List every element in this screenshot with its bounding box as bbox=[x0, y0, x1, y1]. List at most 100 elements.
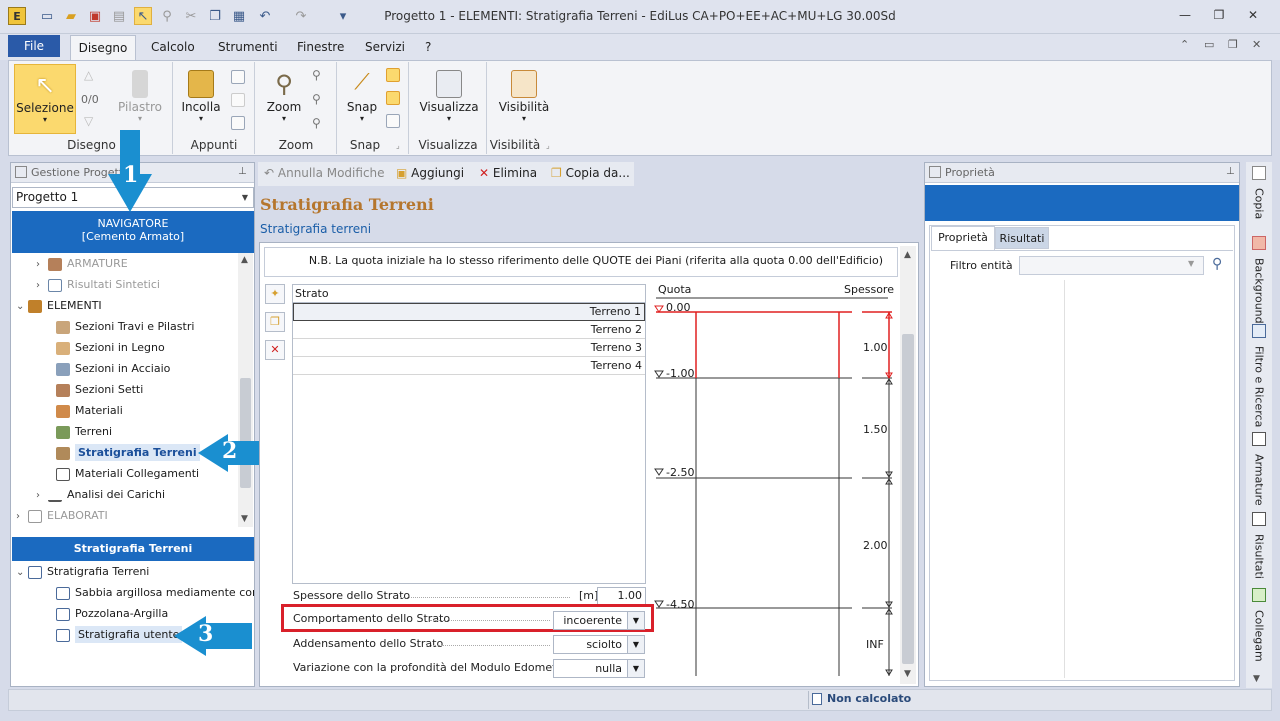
up-arrow-icon[interactable]: △ bbox=[84, 68, 93, 82]
copy-small-icon[interactable] bbox=[231, 70, 245, 84]
tab-strumenti[interactable]: Strumenti bbox=[218, 40, 278, 54]
addensamento-select[interactable]: sciolto ▼ bbox=[553, 635, 645, 654]
zoom-out-icon[interactable]: ⚲ bbox=[312, 116, 321, 130]
strat-tree-root[interactable]: ⌄ Stratigrafia Terreni bbox=[12, 561, 254, 582]
dropdown-icon[interactable]: ▼ bbox=[627, 636, 644, 653]
doc-restore-icon[interactable]: ❐ bbox=[1228, 38, 1238, 51]
pin-icon[interactable]: ⊥ bbox=[238, 166, 247, 177]
new-file-icon[interactable]: ▭ bbox=[38, 7, 56, 25]
tab-proprieta[interactable]: Proprietà bbox=[931, 226, 995, 250]
tab-finestre[interactable]: Finestre bbox=[297, 40, 344, 54]
tab-help[interactable]: ? bbox=[425, 40, 431, 54]
snap-dialog-launcher-icon[interactable]: ⌟ bbox=[396, 141, 400, 150]
table-row[interactable]: Terreno 1 bbox=[293, 303, 645, 321]
tree-item-sezioni-legno[interactable]: Sezioni in Legno bbox=[12, 337, 238, 358]
side-tab-armature[interactable]: Armature bbox=[1246, 432, 1272, 508]
zoom-button[interactable]: ⚲ Zoom ▾ bbox=[262, 64, 306, 134]
tree-item-materiali[interactable]: Materiali bbox=[12, 400, 238, 421]
spessore-input[interactable]: 1.00 bbox=[597, 587, 646, 605]
snap-endpoint-icon[interactable] bbox=[386, 68, 400, 82]
tab-calcolo[interactable]: Calcolo bbox=[151, 40, 195, 54]
paste-icon[interactable]: ▦ bbox=[230, 7, 248, 25]
selezione-button[interactable]: ↖ Selezione ▾ bbox=[14, 64, 76, 134]
search-icon[interactable]: ⚲ bbox=[1212, 256, 1222, 272]
tree-item-analisi-carichi[interactable]: › Analisi dei Carichi bbox=[12, 484, 238, 505]
dropdown-icon[interactable]: ▼ bbox=[237, 188, 253, 207]
scroll-up-icon[interactable]: ▲ bbox=[241, 255, 248, 265]
doc-close-icon[interactable]: ✕ bbox=[1252, 38, 1261, 51]
editor-scroll-down-icon[interactable]: ▼ bbox=[904, 669, 911, 679]
print-icon[interactable]: ▤ bbox=[110, 7, 128, 25]
copia-da-button[interactable]: ❐ Copia da... bbox=[551, 166, 630, 180]
editor-scroll-up-icon[interactable]: ▲ bbox=[904, 250, 911, 260]
side-tab-copia[interactable]: Copia bbox=[1246, 166, 1272, 232]
tree-item-sezioni-acciaio[interactable]: Sezioni in Acciaio bbox=[12, 358, 238, 379]
minimize-icon[interactable]: — bbox=[1172, 8, 1198, 26]
add-row-button[interactable]: ✦ bbox=[265, 284, 285, 304]
snap-grid-icon[interactable] bbox=[386, 114, 400, 128]
table-row[interactable]: Terreno 3 bbox=[293, 339, 645, 357]
tree-item-sezioni-travi[interactable]: Sezioni Travi e Pilastri bbox=[12, 316, 238, 337]
side-tab-filtro[interactable]: Filtro e Ricerca bbox=[1246, 324, 1272, 428]
cut-small-icon[interactable] bbox=[231, 93, 245, 107]
down-arrow-icon[interactable]: ▽ bbox=[84, 114, 93, 128]
comportamento-select[interactable]: incoerente ▼ bbox=[553, 611, 645, 630]
side-tab-collegam[interactable]: Collegam bbox=[1246, 588, 1272, 664]
zoom-window-icon[interactable]: ⚲ bbox=[312, 92, 321, 106]
incolla-button[interactable]: Incolla ▾ bbox=[178, 64, 224, 134]
select-all-icon[interactable] bbox=[231, 116, 245, 130]
strat-item-sabbia[interactable]: Sabbia argillosa mediamente consolid bbox=[12, 582, 254, 603]
close-icon[interactable]: ✕ bbox=[1240, 8, 1266, 26]
ribbon-collapse-icon[interactable]: ⌃ bbox=[1180, 38, 1189, 51]
visualizza-button[interactable]: Visualizza ▾ bbox=[418, 64, 480, 134]
tree-item-elaborati[interactable]: › ELABORATI bbox=[12, 505, 238, 526]
visibilita-button[interactable]: Visibilità ▾ bbox=[494, 64, 554, 134]
snap-button[interactable]: ⟋ Snap ▾ bbox=[342, 64, 382, 134]
tree-item-elementi[interactable]: ⌄ ELEMENTI bbox=[12, 295, 238, 316]
materials-icon bbox=[56, 404, 70, 418]
side-tab-risultati[interactable]: Risultati bbox=[1246, 512, 1272, 584]
quota-label: Quota bbox=[658, 283, 692, 296]
tree-item-risultati[interactable]: › Risultati Sintetici bbox=[12, 274, 238, 295]
tree-item-sezioni-setti[interactable]: Sezioni Setti bbox=[12, 379, 238, 400]
navigator-banner[interactable]: NAVIGATORE [Cemento Armato] bbox=[12, 211, 254, 253]
zoom-in-icon[interactable]: ⚲ bbox=[312, 68, 321, 82]
tab-servizi[interactable]: Servizi bbox=[365, 40, 405, 54]
side-tab-background[interactable]: Background bbox=[1246, 236, 1272, 324]
table-row[interactable]: Terreno 4 bbox=[293, 357, 645, 375]
find-icon[interactable]: ⚲ bbox=[158, 7, 176, 25]
visibility-dialog-launcher-icon[interactable]: ⌟ bbox=[546, 141, 550, 150]
open-folder-icon[interactable]: ▰ bbox=[62, 7, 80, 25]
connection-materials-icon bbox=[56, 467, 70, 481]
pilastro-button[interactable]: Pilastro ▾ bbox=[112, 64, 168, 134]
maximize-icon[interactable]: ❐ bbox=[1206, 8, 1232, 26]
cut-icon[interactable]: ✂ bbox=[182, 7, 200, 25]
side-tab-scroll-down-icon[interactable]: ▼ bbox=[1253, 674, 1260, 684]
filtro-dropdown-icon[interactable]: ▼ bbox=[1188, 259, 1194, 268]
snap-line-icon[interactable] bbox=[386, 91, 400, 105]
doc-minimize-icon[interactable]: ▭ bbox=[1204, 38, 1214, 51]
copy-icon[interactable]: ❐ bbox=[206, 7, 224, 25]
filtro-select[interactable] bbox=[1019, 256, 1204, 275]
dropdown-icon[interactable]: ▼ bbox=[627, 612, 644, 629]
pin-icon[interactable]: ⊥ bbox=[1226, 166, 1235, 177]
delete-row-button[interactable]: ✕ bbox=[265, 340, 285, 360]
undo-icon[interactable]: ↶ bbox=[256, 7, 274, 25]
tree-item-armature[interactable]: › ARMATURE bbox=[12, 253, 238, 274]
tab-disegno[interactable]: Disegno bbox=[70, 35, 136, 61]
variazione-select[interactable]: nulla ▼ bbox=[553, 659, 645, 678]
pointer-icon[interactable]: ↖ bbox=[134, 7, 152, 25]
editor-scrollbar-thumb[interactable] bbox=[902, 334, 914, 664]
annulla-modifiche-button[interactable]: ↶ Annulla Modifiche bbox=[264, 166, 385, 180]
redo-icon[interactable]: ↷ bbox=[292, 7, 310, 25]
file-menu-button[interactable]: File bbox=[8, 35, 60, 57]
aggiungi-button[interactable]: ▣ Aggiungi bbox=[396, 166, 464, 180]
tab-risultati[interactable]: Risultati bbox=[995, 227, 1049, 249]
dropdown-icon[interactable]: ▼ bbox=[627, 660, 644, 677]
save-icon[interactable]: ▣ bbox=[86, 7, 104, 25]
customize-qa-icon[interactable]: ▾ bbox=[334, 7, 352, 25]
table-row[interactable]: Terreno 2 bbox=[293, 321, 645, 339]
scroll-down-icon[interactable]: ▼ bbox=[241, 514, 248, 524]
elimina-button[interactable]: ✕ Elimina bbox=[479, 166, 537, 180]
duplicate-row-button[interactable]: ❐ bbox=[265, 312, 285, 332]
